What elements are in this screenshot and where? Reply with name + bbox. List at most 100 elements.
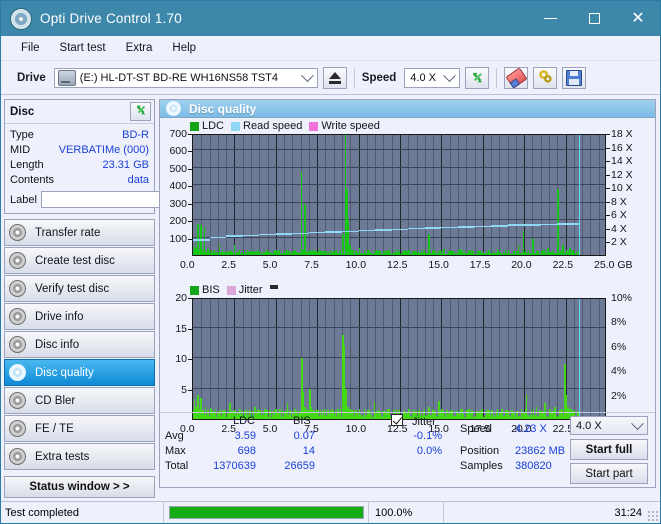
window-controls: ✕ [528, 1, 660, 36]
drive-select[interactable]: (E:) HL-DT-ST BD-RE WH16NS58 TST4 [53, 67, 318, 88]
tools-button[interactable] [533, 66, 558, 89]
disc-row-length: Length 23.31 GB [10, 157, 149, 172]
main-body: Disc Type BD-R MID VERBATIMe (000) Lengt… [1, 95, 660, 498]
disc-row-contents: Contents data [10, 172, 149, 187]
sidebar-item-label: Extra tests [35, 450, 90, 463]
chevron-down-icon [443, 68, 457, 82]
y2-tick-label: 8% [611, 316, 627, 329]
x-tick-label: 2.5 [221, 259, 236, 271]
refresh-icon [470, 70, 485, 85]
start-part-button[interactable]: Start part [570, 463, 648, 484]
chevron-down-icon [300, 68, 314, 82]
drive-label: Drive [17, 71, 46, 84]
y2-tick [606, 242, 610, 244]
y-tick [188, 203, 192, 205]
x-tick-label: 5.0 [262, 259, 278, 271]
jitter-label: Jitter [412, 416, 436, 428]
sidebar-item-transfer-rate[interactable]: Transfer rate [4, 219, 155, 246]
title-bar: Opti Drive Control 1.70 ✕ [1, 1, 660, 36]
y2-tick-label: 16 X [611, 141, 633, 154]
samples-stat-value: 380820 [515, 460, 552, 472]
legend-label-write-speed: Write speed [321, 120, 380, 132]
y-tick [188, 221, 192, 223]
menu-bar: File Start test Extra Help [1, 36, 660, 61]
y-tick-label: 600 [169, 145, 187, 158]
disc-label-label: Label [10, 193, 37, 206]
erase-button[interactable] [504, 66, 529, 89]
stats-bis-max: 14 [302, 445, 315, 457]
legend-marker-icon [269, 285, 278, 289]
status-window-button[interactable]: Status window > > [4, 476, 155, 498]
disc-icon [9, 308, 26, 325]
sidebar-item-drive-info[interactable]: Drive info [4, 303, 155, 330]
disc-type-value: BD-R [122, 128, 149, 141]
y-tick [188, 238, 192, 240]
sidebar-item-label: Transfer rate [35, 226, 101, 239]
y2-tick [606, 134, 610, 135]
stats-jitter-avg: -0.1% [413, 430, 442, 442]
samples-stat-label: Samples [460, 460, 503, 472]
disc-type-label: Type [10, 128, 34, 141]
sidebar-item-label: Create test disc [35, 254, 115, 267]
disc-icon [9, 336, 26, 353]
speed-select[interactable]: 4.0 X [404, 67, 461, 88]
disc-row-mid: MID VERBATIMe (000) [10, 142, 149, 157]
stats-bis-total: 26659 [284, 460, 315, 472]
sidebar-item-cd-bler[interactable]: CD Bler [4, 387, 155, 414]
y-tick-label: 15 [175, 322, 187, 335]
nav-list: Transfer rate Create test disc Verify te… [4, 219, 155, 470]
menu-item-file[interactable]: File [11, 39, 50, 57]
minimize-button[interactable] [528, 1, 572, 36]
sidebar-item-disc-quality[interactable]: Disc quality [4, 359, 155, 386]
sidebar-item-verify-test-disc[interactable]: Verify test disc [4, 275, 155, 302]
sidebar-item-fe-te[interactable]: FE / TE [4, 415, 155, 442]
sidebar-item-label: Disc quality [35, 366, 94, 379]
legend-label-jitter: Jitter [238, 284, 263, 296]
test-speed-select[interactable]: 4.0 X [570, 416, 648, 435]
stats-panel: LDC BIS Avg Max Total 3.59 698 1370639 0… [160, 412, 655, 487]
toolbar-divider-2 [496, 67, 498, 88]
disc-icon [9, 420, 26, 437]
y2-tick-label: 8 X [611, 195, 627, 208]
disc-mid-value: VERBATIMe (000) [58, 143, 149, 156]
maximize-button[interactable] [572, 1, 616, 36]
y-tick-label: 100 [169, 232, 187, 245]
disc-icon [9, 392, 26, 409]
sidebar-item-create-test-disc[interactable]: Create test disc [4, 247, 155, 274]
gear-icon [538, 69, 553, 87]
sidebar-item-label: FE / TE [35, 422, 74, 435]
sidebar-item-label: CD Bler [35, 394, 76, 407]
y2-tick-label: 14 X [611, 155, 633, 168]
sidebar-item-disc-info[interactable]: Disc info [4, 331, 155, 358]
eject-button[interactable] [322, 66, 347, 89]
y-tick-label: 400 [169, 180, 187, 193]
speed-label: Speed [361, 71, 397, 84]
disc-length-label: Length [10, 158, 44, 171]
x-tick-label: 25.0 GB [594, 259, 633, 271]
elapsed-time: 31:24 [614, 506, 642, 519]
save-button[interactable] [562, 66, 587, 89]
disc-row-type: Type BD-R [10, 127, 149, 142]
floppy-icon [566, 69, 583, 86]
menu-item-help[interactable]: Help [162, 39, 206, 57]
y2-tick [606, 174, 610, 176]
chart-bis-plot[interactable] [192, 298, 606, 420]
refresh-button[interactable] [465, 66, 490, 89]
disc-refresh-button[interactable] [130, 102, 151, 121]
disc-contents-value: data [127, 173, 149, 186]
start-full-button[interactable]: Start full [570, 439, 648, 460]
sidebar-item-extra-tests[interactable]: Extra tests [4, 443, 155, 470]
resize-grip[interactable] [647, 510, 658, 521]
menu-item-extra[interactable]: Extra [116, 39, 163, 57]
menu-item-start-test[interactable]: Start test [50, 39, 116, 57]
y-tick-label: 300 [169, 197, 187, 210]
close-button[interactable]: ✕ [616, 1, 660, 36]
disc-quality-icon [166, 101, 181, 116]
y-tick-label: 200 [169, 215, 187, 228]
panel-header: Disc quality [160, 100, 655, 118]
app-disc-icon [10, 7, 32, 30]
chart-ldc-plot[interactable] [192, 134, 606, 256]
stats-header-bis: BIS [293, 415, 311, 427]
speed-stat-label: Speed [460, 423, 492, 435]
jitter-checkbox[interactable] [391, 414, 403, 427]
